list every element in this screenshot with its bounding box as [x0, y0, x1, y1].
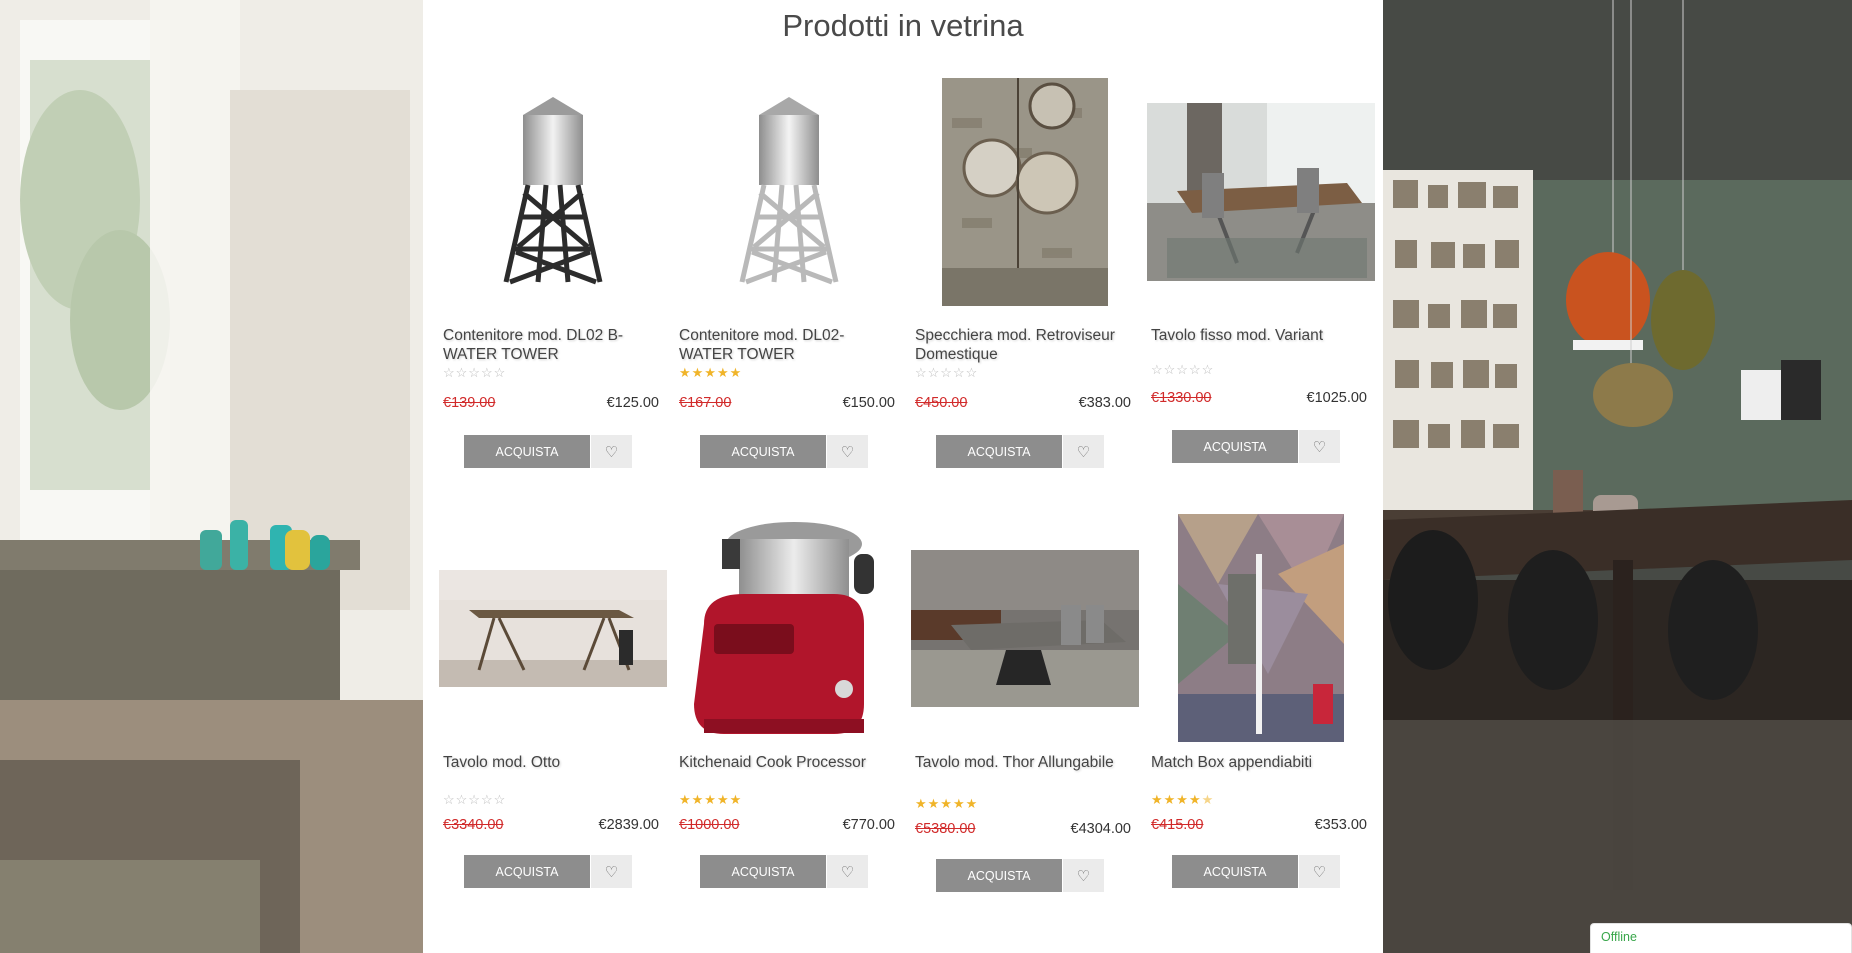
product-name[interactable]: Contenitore mod. DL02 B-WATER TOWER	[443, 326, 658, 364]
current-price: €2839.00	[598, 817, 659, 833]
buy-button[interactable]: ACQUISTA	[464, 855, 590, 888]
rating-stars: ★★★★★	[915, 796, 979, 811]
buy-button[interactable]: ACQUISTA	[936, 859, 1062, 892]
buy-button[interactable]: ACQUISTA	[1172, 430, 1298, 463]
background-dining-room-image	[1383, 0, 1852, 953]
rating-stars: ☆☆☆☆☆	[915, 365, 979, 380]
product-name[interactable]: Tavolo fisso mod. Variant	[1151, 326, 1366, 345]
old-price: €139.00	[443, 395, 496, 411]
product-image[interactable]	[671, 508, 907, 748]
table-thor-image	[911, 549, 1139, 707]
old-price: €3340.00	[443, 817, 504, 833]
buy-button[interactable]: ACQUISTA	[1172, 855, 1298, 888]
kitchenaid-image	[694, 522, 874, 734]
water-tower-silver-image	[739, 97, 839, 285]
product-name[interactable]: Kitchenaid Cook Processor	[679, 753, 894, 772]
chat-status-label: Offline	[1601, 930, 1637, 944]
wishlist-heart-icon[interactable]: ♡	[1299, 855, 1340, 888]
current-price: €125.00	[606, 395, 659, 411]
background-living-room-image	[0, 0, 423, 953]
chat-widget-tab[interactable]: Offline	[1590, 923, 1852, 953]
product-image[interactable]	[671, 72, 907, 312]
product-image[interactable]	[907, 72, 1143, 312]
product-image[interactable]	[435, 72, 671, 312]
old-price: €5380.00	[915, 821, 976, 837]
product-name[interactable]: Tavolo mod. Thor Allungabile	[915, 753, 1130, 772]
buy-button[interactable]: ACQUISTA	[700, 855, 826, 888]
rating-stars: ★★★★★	[1151, 792, 1215, 807]
buy-button[interactable]: ACQUISTA	[700, 435, 826, 468]
old-price: €1330.00	[1151, 390, 1212, 406]
water-tower-black-image	[503, 97, 603, 285]
old-price: €450.00	[915, 395, 968, 411]
product-name[interactable]: Match Box appendiabiti	[1151, 753, 1366, 772]
rating-stars: ☆☆☆☆☆	[443, 365, 507, 380]
product-image[interactable]	[1143, 72, 1379, 312]
current-price: €4304.00	[1070, 821, 1131, 837]
table-otto-image	[439, 569, 667, 687]
dining-table-variant-image	[1147, 103, 1375, 281]
featured-products-panel: Prodotti in vetrina Contenitore mod. DL0…	[423, 0, 1383, 953]
coat-rack-image	[1178, 514, 1344, 742]
wishlist-heart-icon[interactable]: ♡	[1299, 430, 1340, 463]
current-price: €770.00	[842, 817, 895, 833]
product-image[interactable]	[907, 508, 1143, 748]
product-name[interactable]: Specchiera mod. Retroviseur Domestique	[915, 326, 1130, 364]
wishlist-heart-icon[interactable]: ♡	[827, 855, 868, 888]
wishlist-heart-icon[interactable]: ♡	[1063, 859, 1104, 892]
mirrors-image	[942, 78, 1108, 306]
old-price: €167.00	[679, 395, 732, 411]
wishlist-heart-icon[interactable]: ♡	[1063, 435, 1104, 468]
product-image[interactable]	[435, 508, 671, 748]
product-name[interactable]: Contenitore mod. DL02-WATER TOWER	[679, 326, 894, 364]
current-price: €383.00	[1078, 395, 1131, 411]
buy-button[interactable]: ACQUISTA	[936, 435, 1062, 468]
wishlist-heart-icon[interactable]: ♡	[591, 855, 632, 888]
wishlist-heart-icon[interactable]: ♡	[591, 435, 632, 468]
buy-button[interactable]: ACQUISTA	[464, 435, 590, 468]
page-title: Prodotti in vetrina	[782, 8, 1024, 43]
rating-stars: ☆☆☆☆☆	[443, 792, 507, 807]
current-price: €353.00	[1314, 817, 1367, 833]
wishlist-heart-icon[interactable]: ♡	[827, 435, 868, 468]
old-price: €415.00	[1151, 817, 1204, 833]
product-name[interactable]: Tavolo mod. Otto	[443, 753, 658, 772]
rating-stars: ★★★★★	[679, 792, 743, 807]
old-price: €1000.00	[679, 817, 740, 833]
rating-stars: ★★★★★	[679, 365, 743, 380]
rating-stars: ☆☆☆☆☆	[1151, 362, 1215, 377]
product-image[interactable]	[1143, 508, 1379, 748]
current-price: €1025.00	[1306, 390, 1367, 406]
current-price: €150.00	[842, 395, 895, 411]
